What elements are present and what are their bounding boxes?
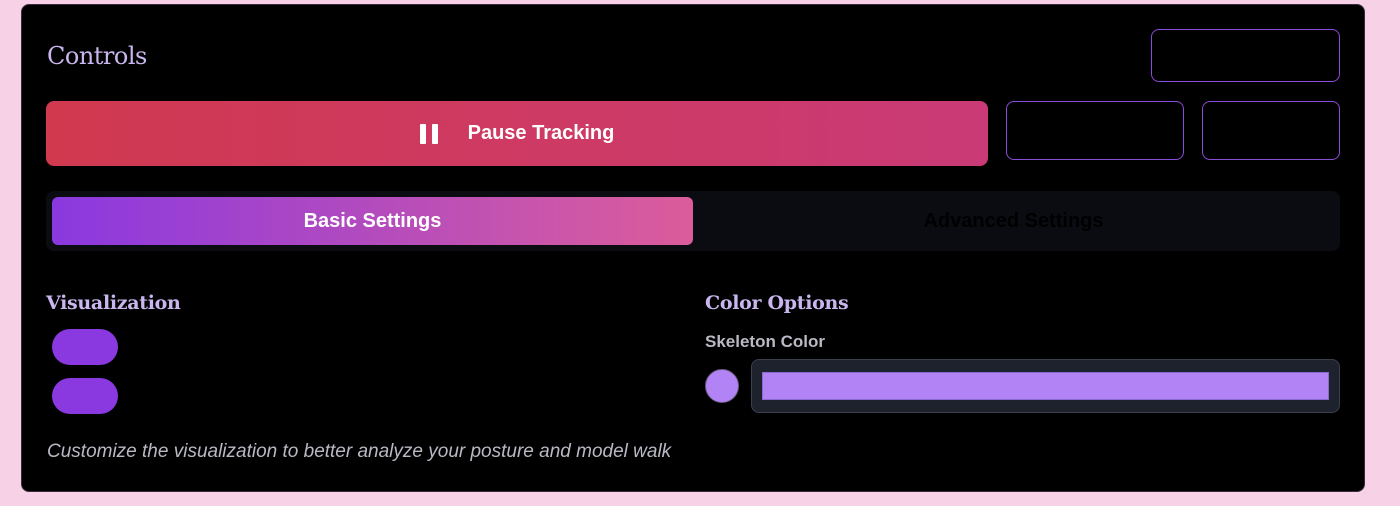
tab-advanced-settings[interactable]: Advanced Settings: [693, 197, 1334, 245]
pause-tracking-button[interactable]: Pause Tracking: [46, 101, 988, 166]
control-button-1[interactable]: [1006, 101, 1184, 160]
pause-icon: [419, 123, 438, 144]
top-right-button[interactable]: [1151, 29, 1340, 82]
pause-tracking-label: Pause Tracking: [467, 122, 615, 144]
skeleton-color-input[interactable]: [751, 359, 1340, 413]
visualization-title: Visualization: [46, 292, 181, 314]
control-button-2[interactable]: [1202, 101, 1340, 160]
visualization-toggle-2[interactable]: [52, 378, 118, 414]
tab-basic-settings[interactable]: Basic Settings: [52, 197, 693, 245]
color-options-title: Color Options: [705, 292, 849, 314]
skeleton-color-fill: [762, 372, 1329, 400]
skeleton-color-label: Skeleton Color: [705, 332, 825, 351]
visualization-hint: Customize the visualization to better an…: [47, 441, 672, 462]
controls-title: Controls: [47, 42, 147, 70]
controls-panel: Controls Pause Tracking Basic Settings A…: [21, 4, 1365, 492]
settings-tabs: Basic Settings Advanced Settings: [46, 191, 1340, 251]
visualization-toggle-1[interactable]: [52, 329, 118, 365]
skeleton-color-swatch[interactable]: [705, 369, 739, 403]
